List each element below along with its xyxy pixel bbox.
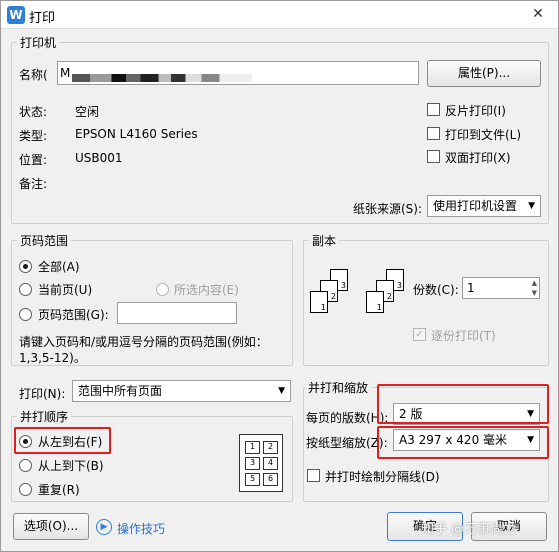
duplex-checkbox[interactable] <box>427 150 440 163</box>
printer-name-select[interactable]: M <box>57 61 419 85</box>
print-what-label: 打印(N): <box>19 387 66 401</box>
duplex-label[interactable]: 双面打印(X) <box>445 149 511 166</box>
draw-lines-checkbox[interactable] <box>307 469 320 482</box>
spinner-icon[interactable]: ▲ ▼ <box>532 278 537 298</box>
tips-link[interactable]: 操作技巧 <box>117 520 165 537</box>
print-what-value: 范围中所有页面 <box>78 384 163 398</box>
reverse-print-checkbox[interactable] <box>427 103 440 116</box>
options-button[interactable]: 选项(O)... <box>13 513 89 540</box>
printer-name-value: M <box>60 66 71 80</box>
page-range-input[interactable] <box>117 302 237 324</box>
preview-cell: 4 <box>263 457 278 470</box>
order-top-to-bottom-radio[interactable] <box>19 459 32 472</box>
order-repeat-label[interactable]: 重复(R) <box>38 481 80 498</box>
collate-checkbox[interactable]: ✓ <box>413 328 426 341</box>
copies-count-input[interactable]: 1 ▲ ▼ <box>462 277 540 299</box>
status-label: 状态: <box>19 105 48 119</box>
location-value: USB001 <box>75 151 123 165</box>
collate-preview-icon-2: 3 2 1 <box>366 269 416 335</box>
highlight-box-order <box>14 427 111 454</box>
draw-lines-label[interactable]: 并打时绘制分隔线(D) <box>325 468 440 485</box>
page-range-group-label: 页码范围 <box>17 232 72 249</box>
preview-cell: 5 <box>245 473 260 486</box>
location-label: 位置: <box>19 153 48 167</box>
type-label: 类型: <box>19 129 48 143</box>
reverse-print-label[interactable]: 反片打印(I) <box>445 102 506 119</box>
print-to-file-label[interactable]: 打印到文件(L) <box>445 126 521 143</box>
copy-page-icon: 1 <box>310 291 328 313</box>
print-dialog: W 打印 ✕ 打印机 名称( M 属性(P)... 状态: 空闲 类型: EPS… <box>0 0 559 552</box>
scale-to-paper-label: 按纸型缩放(Z): <box>306 436 388 450</box>
range-pages-label[interactable]: 页码范围(G): <box>38 306 109 323</box>
paper-source-value: 使用打印机设置 <box>433 199 518 213</box>
copies-group-label: 副本 <box>309 232 340 249</box>
title-bar: W 打印 ✕ <box>1 1 558 29</box>
order-group-label: 并打顺序 <box>17 408 72 425</box>
range-current-label[interactable]: 当前页(U) <box>38 281 92 298</box>
highlight-box-scale <box>377 426 549 459</box>
type-value: EPSON L4160 Series <box>75 127 198 141</box>
order-top-to-bottom-label[interactable]: 从上到下(B) <box>38 457 104 474</box>
page-range-hint: 请键入页码和/或用逗号分隔的页码范围(例如： <box>19 335 268 349</box>
redacted-printer-name <box>72 74 252 82</box>
preview-cell: 1 <box>245 441 260 454</box>
copy-page-icon: 1 <box>366 291 384 313</box>
status-value: 空闲 <box>75 105 100 119</box>
zoom-group-label: 并打和缩放 <box>305 379 372 396</box>
copies-count-label: 份数(C): <box>413 283 459 297</box>
collate-label[interactable]: 逐份打印(T) <box>431 327 496 344</box>
order-preview-icon: 1 2 3 4 5 6 <box>239 434 283 492</box>
paper-source-label: 纸张来源(S): <box>353 202 423 216</box>
paper-source-select[interactable]: 使用打印机设置 ▼ <box>427 195 541 217</box>
help-tips-icon[interactable]: ▶ <box>96 519 112 535</box>
range-all-radio[interactable] <box>19 260 32 273</box>
printer-group-label: 打印机 <box>17 34 60 51</box>
properties-button[interactable]: 属性(P)... <box>427 60 541 87</box>
range-all-label[interactable]: 全部(A) <box>38 258 80 275</box>
range-pages-radio[interactable] <box>19 308 32 321</box>
preview-cell: 6 <box>263 473 278 486</box>
range-selection-label[interactable]: 所选内容(E) <box>174 281 239 298</box>
preview-cell: 2 <box>263 441 278 454</box>
wps-writer-icon: W <box>7 6 25 24</box>
chevron-down-icon: ▼ <box>278 386 285 396</box>
preview-cell: 3 <box>245 457 260 470</box>
printer-name-label: 名称( <box>19 68 48 82</box>
range-selection-radio[interactable] <box>156 283 169 296</box>
chevron-down-icon: ▼ <box>528 201 535 211</box>
dialog-title: 打印 <box>29 11 56 26</box>
page-range-hint-example: 1,3,5-12)。 <box>19 351 86 365</box>
copies-count-value: 1 <box>467 281 475 295</box>
watermark: 知乎 @万事尚力 <box>421 522 517 537</box>
print-what-select[interactable]: 范围中所有页面 ▼ <box>72 380 291 402</box>
print-to-file-checkbox[interactable] <box>427 127 440 140</box>
order-repeat-radio[interactable] <box>19 483 32 496</box>
close-icon[interactable]: ✕ <box>526 4 550 24</box>
highlight-box-pages-per-sheet <box>377 384 549 424</box>
comment-label: 备注: <box>19 177 48 191</box>
collate-preview-icon: 3 2 1 <box>310 269 360 335</box>
range-current-radio[interactable] <box>19 283 32 296</box>
